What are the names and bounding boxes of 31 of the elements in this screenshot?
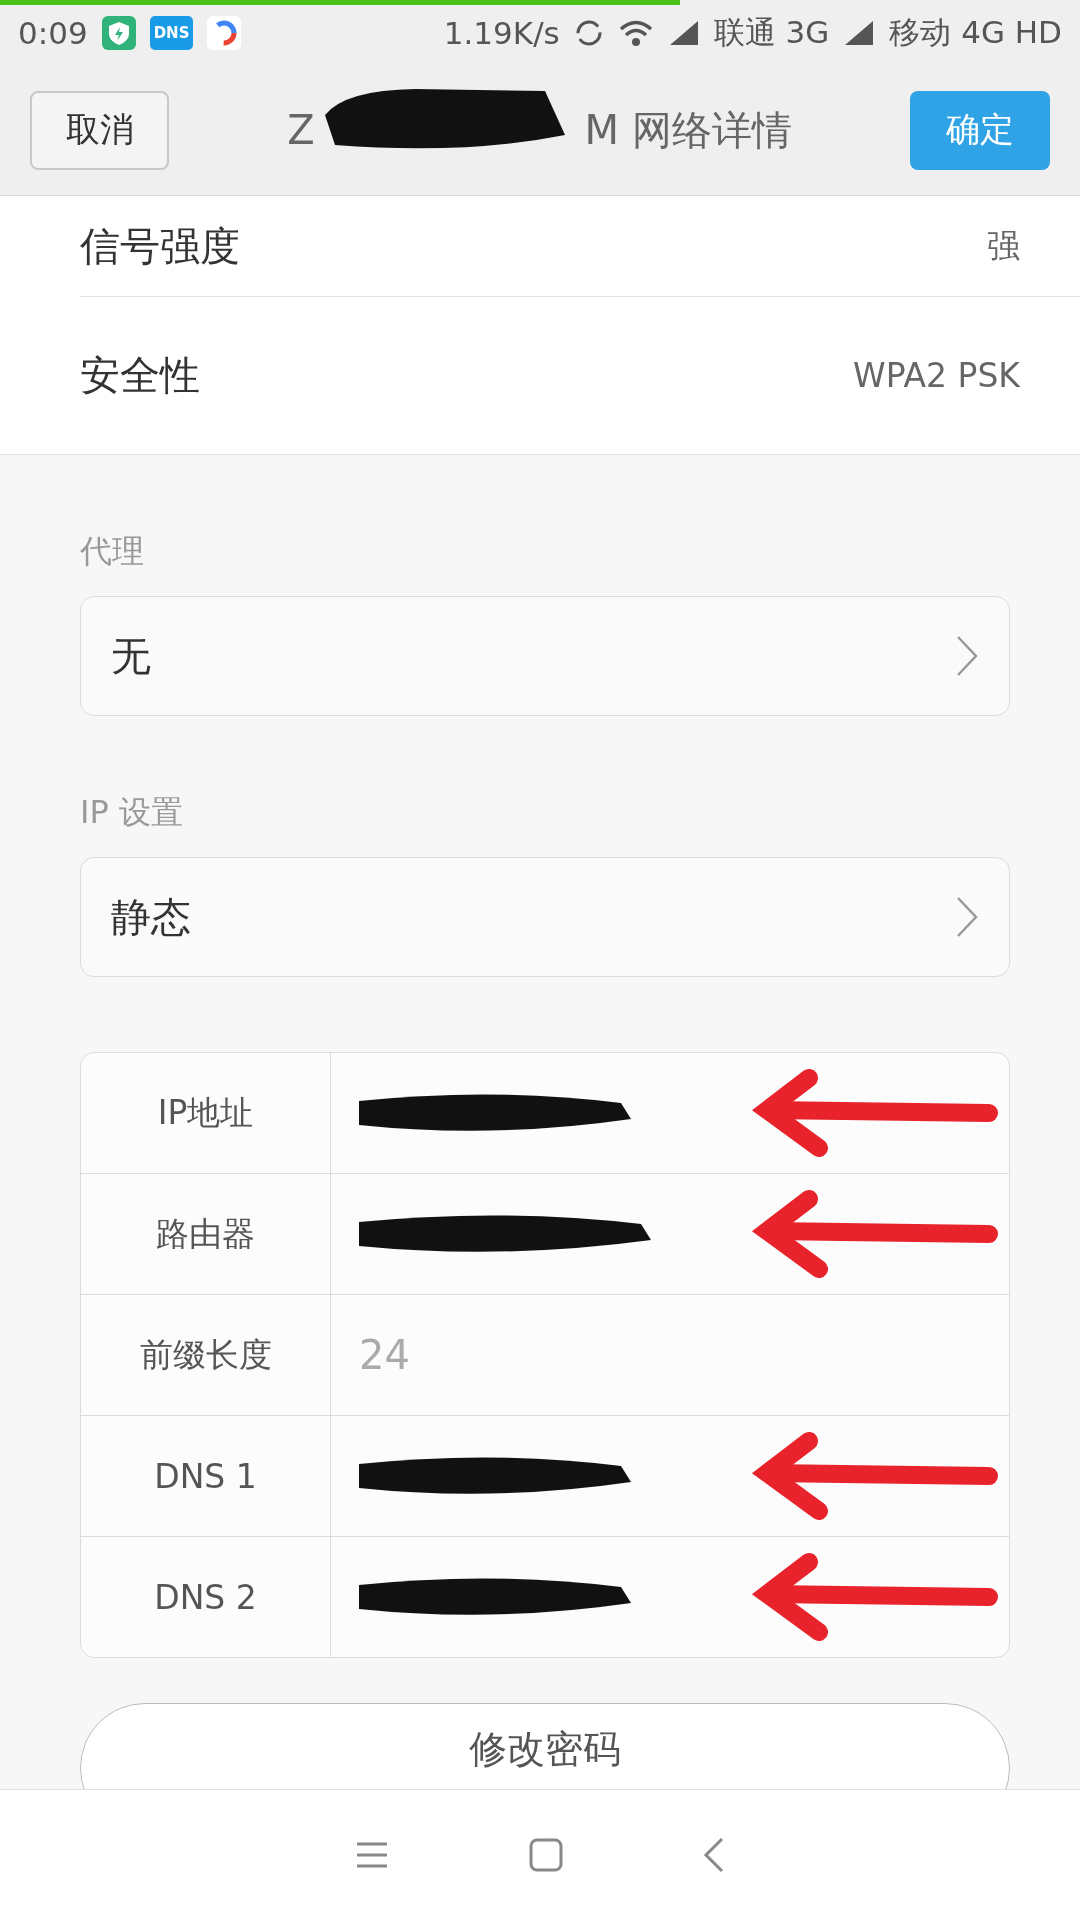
row-label: 信号强度 (80, 221, 240, 271)
menu-icon[interactable] (355, 1840, 389, 1870)
window-title: M 网络详情 (584, 105, 792, 155)
title-text: Z (287, 107, 315, 153)
section-label: IP 设置 (80, 792, 183, 833)
carrier-label: 联通 3G (713, 12, 830, 52)
dropdown-field[interactable]: 静态 (80, 857, 1010, 977)
colored-ring-icon (207, 15, 242, 50)
table-cell: 前缀长度 (81, 1295, 331, 1415)
dns-badge: DNS (149, 15, 194, 50)
table-cell: IP地址 (81, 1053, 331, 1173)
section-label: 代理 (80, 531, 144, 572)
table-cell: DNS 2 (81, 1537, 331, 1657)
table-cell: 24 (359, 1332, 410, 1378)
table-cell: 路由器 (81, 1174, 331, 1294)
back-icon[interactable] (703, 1837, 725, 1873)
table-cell: DNS 1 (81, 1416, 331, 1536)
carrier-label: 移动 4G HD (889, 12, 1062, 52)
clock: 0:09 (18, 14, 88, 51)
dropdown-field[interactable]: 无 (80, 596, 1010, 716)
row-label: 安全性 (80, 351, 200, 400)
home-icon[interactable] (529, 1838, 563, 1872)
change-password-button[interactable]: 修改密码 (80, 1703, 1010, 1789)
cancel-button[interactable]: 取消 (30, 90, 169, 170)
shield-icon (101, 15, 136, 50)
chevron-right-icon (955, 634, 979, 678)
row-value: WPA2 PSK (853, 356, 1020, 395)
row-value: 强 (987, 224, 1020, 267)
signal-icon (843, 18, 876, 47)
network-speed: 1.19K/s (443, 14, 560, 51)
chevron-right-icon (955, 895, 979, 939)
